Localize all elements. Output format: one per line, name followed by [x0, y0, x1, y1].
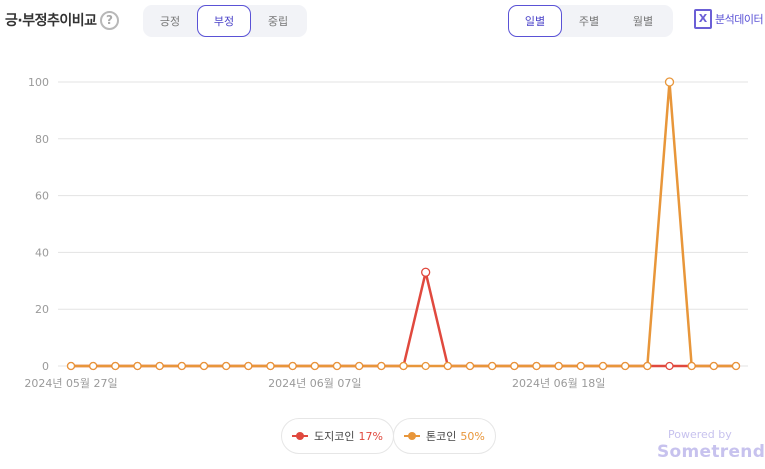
legend-percent-doge: 17% [358, 429, 383, 443]
legend-label-doge: 도지코인 [314, 430, 355, 443]
data-point-1 [133, 361, 142, 371]
x-tick-label: 2024년 06월 18일 [512, 376, 605, 390]
data-point-1 [488, 361, 497, 371]
y-tick-label: 0 [42, 360, 49, 373]
data-point-1 [332, 361, 342, 371]
data-point-1 [598, 361, 608, 371]
data-point-1 [576, 361, 585, 371]
data-point-1 [664, 77, 675, 87]
y-tick-label: 40 [35, 246, 49, 259]
series-line-0 [71, 271, 736, 368]
powered-by-text: Powered by [668, 428, 732, 441]
data-point-1 [155, 361, 164, 371]
y-tick-label: 20 [35, 303, 49, 316]
brand-logo: Sometrend [657, 442, 765, 462]
data-point-1 [355, 361, 364, 371]
data-point-1 [687, 361, 696, 371]
data-point-1 [66, 361, 76, 371]
data-point-1 [310, 361, 319, 371]
data-point-1 [177, 361, 186, 371]
data-point-1 [111, 361, 120, 371]
data-point-1 [643, 361, 652, 371]
x-tick-label: 2024년 05월 27일 [24, 376, 117, 390]
y-tick-label: 80 [35, 133, 49, 146]
data-point-1 [199, 361, 209, 371]
line-chart: 0 20 40 60 80 100 2024년 05월 27일 2024년 06월 07일 20… [24, 76, 748, 390]
data-point-0 [421, 267, 431, 277]
legend-item-doge[interactable]: 도지코인 17% [281, 418, 394, 454]
legend-label-ton: 톤코인 [426, 430, 457, 443]
data-point-1 [443, 361, 452, 371]
legend-swatch-ton [404, 432, 420, 440]
legend-percent-ton: 50% [460, 429, 485, 443]
data-point-1 [731, 361, 741, 371]
data-point-1 [222, 361, 231, 371]
data-point-1 [421, 361, 430, 371]
data-point-1 [89, 361, 98, 371]
data-point-1 [288, 361, 297, 371]
data-point-1 [266, 361, 275, 371]
legend-swatch-doge [292, 432, 308, 440]
data-point-1 [377, 361, 386, 371]
data-point-1 [244, 361, 253, 371]
data-point-1 [399, 361, 408, 371]
data-point-1 [532, 361, 541, 371]
data-point-1 [621, 361, 630, 371]
data-point-0 [665, 361, 674, 371]
y-tick-label: 100 [28, 76, 49, 89]
data-point-1 [510, 361, 519, 371]
data-point-1 [554, 361, 563, 371]
series-line-1 [71, 80, 736, 368]
data-point-1 [465, 361, 475, 371]
x-tick-label: 2024년 06월 07일 [268, 376, 361, 390]
legend-item-ton[interactable]: 톤코인 50% [393, 418, 496, 454]
y-tick-label: 60 [35, 190, 49, 203]
data-point-1 [709, 361, 718, 371]
